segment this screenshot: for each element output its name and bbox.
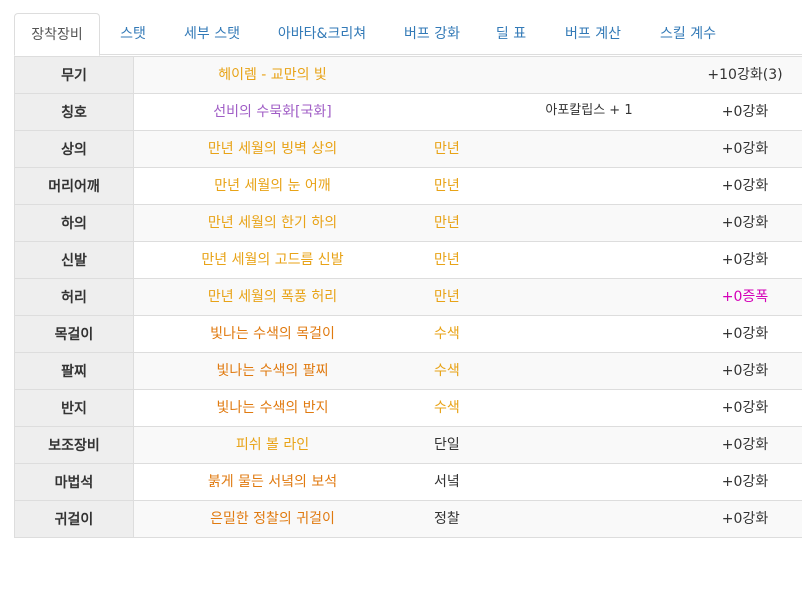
item-name[interactable]: 은밀한 정찰의 귀걸이 [134,502,411,537]
set-name: 정찰 [434,511,460,527]
enhance-level: +0증폭 [721,289,769,305]
set-name: 수색 [434,326,460,342]
slot-label: 칭호 [14,93,134,131]
slot-label: 귀걸이 [14,500,134,538]
set-name: 단일 [434,437,460,453]
enhance-level: +0강화 [721,363,769,379]
item-info-cell: 은밀한 정찰의 귀걸이 정찰 +0강화 [133,500,802,538]
slot-label: 머리어깨 [14,167,134,205]
item-name[interactable]: 만년 세월의 빙벽 상의 [134,132,411,167]
item-name[interactable]: 선비의 수묵화[국화] [134,95,411,130]
table-row: 귀걸이 은밀한 정찰의 귀걸이 정찰 +0강화 [14,500,802,538]
slot-label: 팔찌 [14,352,134,390]
slot-label: 하의 [14,204,134,242]
table-row: 머리어깨 만년 세월의 눈 어깨 만년 +0강화 [14,167,802,205]
item-info-cell: 선비의 수묵화[국화] 아포칼립스 + 1 +0강화 [133,93,802,131]
enhance-level: +0강화 [721,437,769,453]
item-name[interactable]: 피쉬 볼 라인 [134,428,411,463]
set-name: 수색 [434,400,460,416]
item-extra-option: 아포칼립스 + 1 [545,103,633,118]
table-row: 허리 만년 세월의 폭풍 허리 만년 +0증폭 [14,278,802,316]
tab-buff-enhance[interactable]: 버프 강화 [386,13,478,55]
item-info-cell: 만년 세월의 폭풍 허리 만년 +0증폭 [133,278,802,316]
slot-label: 목걸이 [14,315,134,353]
item-info-cell: 만년 세월의 한기 하의 만년 +0강화 [133,204,802,242]
item-name[interactable]: 만년 세월의 눈 어깨 [134,169,411,204]
table-row: 신발 만년 세월의 고드름 신발 만년 +0강화 [14,241,802,279]
item-name[interactable]: 빛나는 수색의 목걸이 [134,317,411,352]
item-info-cell: 만년 세월의 눈 어깨 만년 +0강화 [133,167,802,205]
equipment-table: 무기 헤이렘 - 교만의 빛 +10강화(3) 칭호 선비의 수묵화[국화] 아포칼립스 … [14,56,802,538]
item-info-cell: 붉게 물든 서녘의 보석 서녘 +0강화 [133,463,802,501]
slot-label: 신발 [14,241,134,279]
tab-damage-table[interactable]: 딜 표 [478,13,544,55]
table-row: 무기 헤이렘 - 교만의 빛 +10강화(3) [14,56,802,94]
item-info-cell: 만년 세월의 고드름 신발 만년 +0강화 [133,241,802,279]
set-name: 수색 [434,363,460,379]
slot-label: 보조장비 [14,426,134,464]
enhance-level: +0강화 [721,178,769,194]
tab-stats[interactable]: 스탯 [100,13,166,55]
table-row: 목걸이 빛나는 수색의 목걸이 수색 +0강화 [14,315,802,353]
enhance-level: +0강화 [721,474,769,490]
set-name: 만년 [434,141,460,157]
table-row: 보조장비 피쉬 볼 라인 단일 +0강화 [14,426,802,464]
slot-label: 반지 [14,389,134,427]
tab-skill-coefficient[interactable]: 스킬 계수 [642,13,734,55]
slot-label: 무기 [14,56,134,94]
item-info-cell: 빛나는 수색의 팔찌 수색 +0강화 [133,352,802,390]
enhance-level: +0강화 [721,104,769,120]
enhance-level: +0강화 [721,252,769,268]
item-name[interactable]: 헤이렘 - 교만의 빛 [134,58,411,93]
enhance-level: +0강화 [721,141,769,157]
enhance-level: +0강화 [721,511,769,527]
equipment-panel: 장착장비 스탯 세부 스탯 아바타&크리쳐 버프 강화 딜 표 버프 계산 스킬… [14,13,802,538]
set-name: 만년 [434,289,460,305]
item-name[interactable]: 빛나는 수색의 팔찌 [134,354,411,389]
tab-bar: 장착장비 스탯 세부 스탯 아바타&크리쳐 버프 강화 딜 표 버프 계산 스킬… [14,13,802,56]
table-row: 하의 만년 세월의 한기 하의 만년 +0강화 [14,204,802,242]
tab-avatar-creature[interactable]: 아바타&크리쳐 [258,13,386,55]
item-name[interactable]: 빛나는 수색의 반지 [134,391,411,426]
item-info-cell: 빛나는 수색의 목걸이 수색 +0강화 [133,315,802,353]
table-row: 칭호 선비의 수묵화[국화] 아포칼립스 + 1 +0강화 [14,93,802,131]
set-name: 만년 [434,215,460,231]
set-name: 서녘 [434,474,460,490]
item-name[interactable]: 붉게 물든 서녘의 보석 [134,465,411,500]
enhance-level: +0강화 [721,215,769,231]
table-row: 팔찌 빛나는 수색의 팔찌 수색 +0강화 [14,352,802,390]
item-info-cell: 빛나는 수색의 반지 수색 +0강화 [133,389,802,427]
tab-detailed-stats[interactable]: 세부 스탯 [166,13,258,55]
set-name: 만년 [434,252,460,268]
slot-label: 마법석 [14,463,134,501]
tab-equipment[interactable]: 장착장비 [14,13,100,56]
item-info-cell: 만년 세월의 빙벽 상의 만년 +0강화 [133,130,802,168]
slot-label: 상의 [14,130,134,168]
table-row: 반지 빛나는 수색의 반지 수색 +0강화 [14,389,802,427]
item-info-cell: 헤이렘 - 교만의 빛 +10강화(3) [133,56,802,94]
item-name[interactable]: 만년 세월의 폭풍 허리 [134,280,411,315]
table-row: 마법석 붉게 물든 서녘의 보석 서녘 +0강화 [14,463,802,501]
item-info-cell: 피쉬 볼 라인 단일 +0강화 [133,426,802,464]
item-name[interactable]: 만년 세월의 한기 하의 [134,206,411,241]
enhance-level: +0강화 [721,400,769,416]
tab-buff-calc[interactable]: 버프 계산 [544,13,642,55]
enhance-level: +0강화 [721,326,769,342]
set-name: 만년 [434,178,460,194]
enhance-level: +10강화(3) [707,67,783,83]
table-row: 상의 만년 세월의 빙벽 상의 만년 +0강화 [14,130,802,168]
slot-label: 허리 [14,278,134,316]
item-name[interactable]: 만년 세월의 고드름 신발 [134,243,411,278]
